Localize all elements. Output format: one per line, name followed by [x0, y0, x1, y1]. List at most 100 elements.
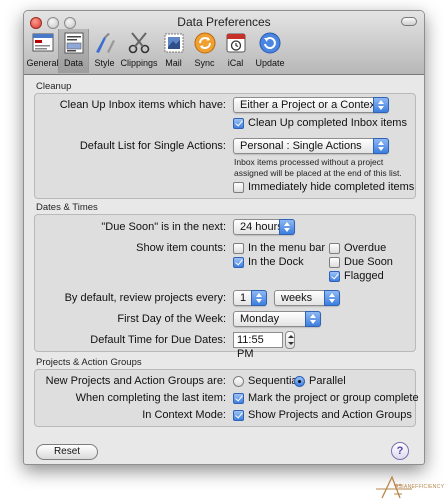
parallel-label: Parallel [309, 375, 346, 387]
count-menu-bar-checkbox[interactable]: In the menu bar [233, 242, 325, 254]
toolbar-item-general[interactable]: General [26, 29, 59, 73]
popup-arrows-icon [305, 311, 321, 327]
general-prefs-icon [32, 33, 53, 52]
checkbox-icon [233, 117, 244, 129]
sequential-label: Sequential [248, 375, 300, 387]
review-unit-value: weeks [281, 292, 313, 304]
default-list-note-line1: Inbox items processed without a project [234, 157, 384, 167]
completing-label: When completing the last item: [75, 392, 226, 404]
show-projects-label: Show Projects and Action Groups [248, 409, 412, 421]
help-button[interactable]: ? [391, 442, 409, 460]
section-title-projects: Projects & Action Groups [36, 357, 142, 368]
checkbox-icon [329, 256, 340, 268]
toolbar-item-style[interactable]: Style [89, 29, 120, 73]
reset-button[interactable]: Reset [36, 444, 98, 460]
toolbar-item-ical[interactable]: iCal [220, 29, 251, 73]
first-day-value: Monday [240, 313, 280, 325]
count-due-soon-label: Due Soon [344, 256, 393, 268]
radio-icon [294, 375, 305, 387]
count-flagged-label: Flagged [344, 270, 384, 282]
first-day-popup[interactable]: Monday [233, 311, 321, 327]
context-mode-label: In Context Mode: [142, 409, 226, 421]
hide-completed-label: Immediately hide completed items [248, 181, 415, 193]
inbox-cleanup-popup[interactable]: Either a Project or a Context [233, 97, 389, 113]
inbox-cleanup-label: Clean Up Inbox items which have: [59, 99, 226, 111]
toolbar-item-mail[interactable]: Mail [158, 29, 189, 73]
parallel-radio[interactable]: Parallel [294, 375, 346, 387]
count-overdue-checkbox[interactable]: Overdue [329, 242, 386, 254]
default-list-popup[interactable]: Personal : Single Actions [233, 138, 389, 154]
toolbar-item-data[interactable]: Data [58, 29, 89, 73]
checkbox-icon [233, 256, 244, 268]
checkbox-icon [233, 392, 244, 404]
show-counts-label: Show item counts: [136, 242, 226, 254]
toolbar-label-data: Data [63, 58, 83, 68]
toolbar-label-sync: Sync [194, 58, 215, 68]
toolbar-label-ical: iCal [227, 58, 244, 68]
sync-icon [194, 32, 215, 54]
toolbar-label-general: General [26, 58, 59, 68]
due-soon-popup[interactable]: 24 hours [233, 219, 295, 235]
count-dock-checkbox[interactable]: In the Dock [233, 256, 304, 268]
mark-complete-label: Mark the project or group complete [248, 392, 419, 404]
count-flagged-checkbox[interactable]: Flagged [329, 270, 384, 282]
hide-completed-checkbox[interactable]: Immediately hide completed items [233, 181, 414, 193]
first-day-label: First Day of the Week: [117, 313, 226, 325]
radio-icon [233, 375, 244, 387]
scissors-icon [128, 32, 150, 54]
due-soon-label: "Due Soon" is in the next: [101, 221, 226, 233]
preferences-toolbar: General Data Style Clippings Mail Sync i… [26, 29, 289, 73]
toolbar-item-update[interactable]: Update [251, 29, 289, 73]
toolbar-toggle-button[interactable] [401, 17, 417, 26]
data-prefs-icon [64, 32, 83, 54]
checkbox-icon [329, 270, 340, 282]
default-time-label: Default Time for Due Dates: [90, 334, 226, 346]
toolbar-item-sync[interactable]: Sync [189, 29, 220, 73]
style-brush-icon [95, 33, 115, 53]
default-list-label: Default List for Single Actions: [79, 140, 226, 152]
count-due-soon-checkbox[interactable]: Due Soon [329, 256, 393, 268]
popup-arrows-icon [251, 290, 267, 306]
review-label: By default, review projects every: [64, 292, 226, 304]
update-icon [259, 32, 281, 54]
review-number-value: 1 [240, 292, 247, 304]
default-list-value: Personal : Single Actions [240, 140, 362, 152]
checkbox-icon [233, 242, 244, 254]
ical-icon [226, 33, 245, 53]
cleanup-completed-label: Clean Up completed Inbox items [248, 117, 407, 129]
dates-group [34, 214, 416, 352]
popup-arrows-icon [373, 138, 389, 154]
review-unit-popup[interactable]: weeks [274, 290, 340, 306]
toolbar-label-update: Update [255, 58, 285, 68]
watermark-text: ASIANEFFICIENCY [395, 484, 445, 490]
show-projects-checkbox[interactable]: Show Projects and Action Groups [233, 409, 412, 421]
default-time-stepper[interactable] [285, 331, 295, 349]
preferences-window: Data Preferences General Data Style Clip… [23, 10, 425, 465]
section-title-cleanup: Cleanup [36, 81, 72, 92]
cleanup-completed-checkbox[interactable]: Clean Up completed Inbox items [233, 117, 407, 129]
sequential-radio[interactable]: Sequential [233, 375, 300, 387]
mail-stamp-icon [164, 33, 183, 53]
toolbar-label-clippings: Clippings [120, 58, 158, 68]
checkbox-icon [233, 409, 244, 421]
window-title: Data Preferences [177, 15, 271, 29]
new-projects-label: New Projects and Action Groups are: [45, 375, 226, 387]
toolbar-label-mail: Mail [165, 58, 182, 68]
default-time-field[interactable]: 11:55 PM [233, 332, 283, 360]
inbox-cleanup-value: Either a Project or a Context [240, 99, 379, 111]
popup-arrows-icon [324, 290, 340, 306]
count-overdue-label: Overdue [344, 242, 387, 254]
window-titlebar: Data Preferences General Data Style Clip… [24, 11, 424, 75]
due-soon-value: 24 hours [240, 221, 283, 233]
count-dock-label: In the Dock [248, 256, 304, 268]
section-title-dates: Dates & Times [36, 202, 98, 213]
count-menu-bar-label: In the menu bar [248, 242, 326, 254]
checkbox-icon [329, 242, 340, 254]
toolbar-label-style: Style [94, 58, 115, 68]
mark-complete-checkbox[interactable]: Mark the project or group complete [233, 392, 419, 404]
popup-arrows-icon [373, 97, 389, 113]
review-number-popup[interactable]: 1 [233, 290, 267, 306]
default-list-note-line2: assigned will be placed at the end of th… [234, 168, 402, 178]
checkbox-icon [233, 181, 244, 193]
toolbar-item-clippings[interactable]: Clippings [120, 29, 158, 73]
